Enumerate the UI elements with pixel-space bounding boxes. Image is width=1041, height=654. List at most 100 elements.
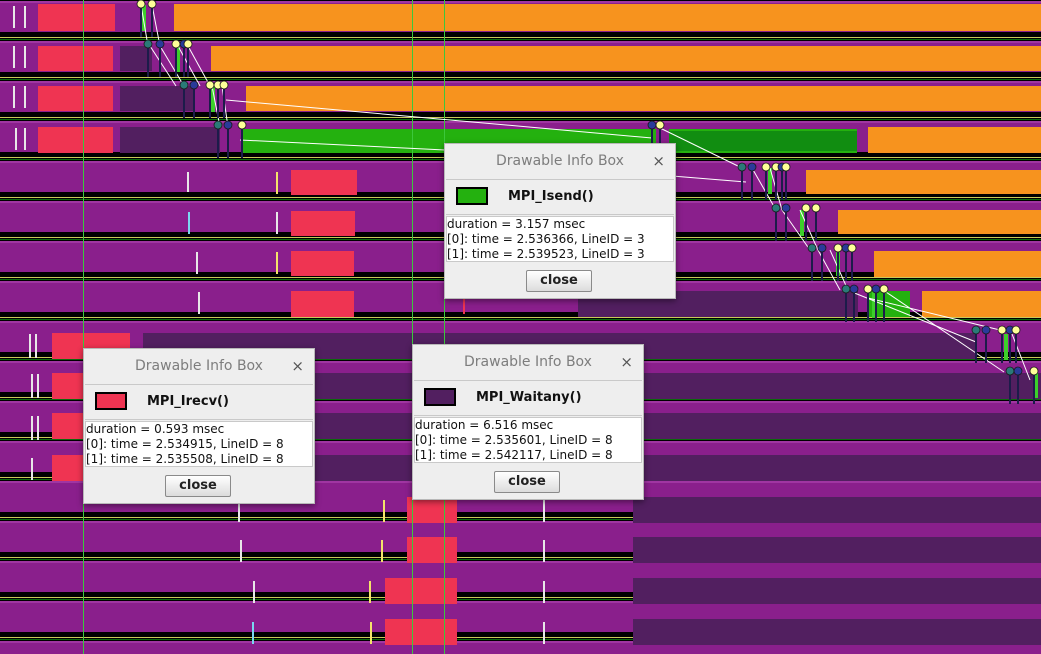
marker-stem [1009, 333, 1011, 363]
close-button[interactable]: close [165, 475, 231, 497]
marker-stem [845, 292, 847, 322]
event-marker-icon [171, 39, 181, 49]
waitany-state [633, 497, 1041, 523]
event-tick [276, 212, 278, 234]
irecv-state [38, 4, 115, 31]
marker-stem [821, 251, 823, 281]
compute-state [868, 127, 1041, 153]
info-details: duration = 3.157 msec [0]: time = 2.5363… [446, 216, 674, 262]
waitany-state [633, 537, 1041, 563]
state-name: MPI_Isend() [508, 189, 594, 204]
event-tick [383, 500, 385, 522]
info-box-irecv: Drawable Info Box × MPI_Irecv() duration… [83, 348, 315, 504]
duration-text: duration = 0.593 msec [86, 422, 225, 436]
marker-stem [781, 170, 783, 200]
event-marker-icon [807, 243, 817, 253]
event-marker-icon [817, 243, 827, 253]
event-marker-icon [781, 162, 791, 172]
marker-stem [805, 211, 807, 241]
marker-stem [875, 292, 877, 322]
state-header: MPI_Irecv() [85, 384, 313, 420]
event-marker-icon [136, 0, 146, 9]
event-tick [543, 622, 545, 644]
marker-stem [785, 170, 787, 200]
event-tick [196, 252, 198, 274]
close-icon[interactable]: × [652, 144, 665, 178]
time-guide-line [83, 0, 84, 654]
event-tick [252, 622, 254, 644]
event-tick [369, 581, 371, 603]
event-marker-icon [1011, 325, 1021, 335]
close-icon[interactable]: × [620, 345, 633, 379]
event-tick [187, 172, 189, 192]
info-details: duration = 6.516 msec [0]: time = 2.5356… [414, 417, 642, 463]
event-tick [31, 416, 33, 440]
event-tick [15, 128, 17, 150]
close-button[interactable]: close [526, 270, 592, 292]
marker-stem [741, 170, 743, 200]
waitany-state [633, 619, 1041, 645]
event-marker-icon [761, 162, 771, 172]
rank-separator [0, 39, 1041, 40]
event-tick [37, 374, 39, 398]
marker-stem [1009, 374, 1011, 404]
event-tick [24, 128, 26, 150]
marker-stem [765, 170, 767, 200]
event-marker-icon [1029, 366, 1039, 376]
rank-separator [0, 37, 1041, 38]
event-marker-icon [747, 162, 757, 172]
event-tick [35, 334, 37, 358]
event-tick [24, 86, 26, 108]
event-marker-icon [183, 39, 193, 49]
irecv-state [291, 251, 354, 276]
compute-state [874, 251, 1041, 277]
marker-stem [811, 251, 813, 281]
marker-stem [140, 7, 142, 37]
state-color-swatch [95, 392, 127, 410]
event-marker-icon [189, 80, 199, 90]
irecv-state [38, 86, 113, 111]
compute-state [838, 210, 1041, 234]
event-marker-icon [981, 325, 991, 335]
rank-separator [0, 117, 1041, 118]
event-tick [31, 374, 33, 398]
marker-stem [217, 128, 219, 158]
marker-stem [183, 47, 185, 77]
time-guide-line [412, 0, 413, 654]
irecv-state [385, 578, 457, 604]
marker-stem [883, 292, 885, 322]
info-box-isend: Drawable Info Box × MPI_Isend() duration… [444, 143, 676, 299]
state-name: MPI_Waitany() [476, 390, 582, 405]
isend-state [1004, 334, 1008, 360]
event-tick [198, 292, 200, 314]
event-tick [31, 458, 33, 480]
event-marker-icon [781, 203, 791, 213]
marker-stem [1015, 333, 1017, 363]
event-tick [253, 581, 255, 603]
compute-state [806, 170, 1041, 194]
event-tick [37, 416, 39, 440]
event-tick [13, 86, 15, 108]
close-icon[interactable]: × [291, 349, 304, 383]
event-tick [13, 6, 15, 28]
marker-stem [175, 47, 177, 77]
event-marker-icon [737, 162, 747, 172]
event-marker-icon [871, 284, 881, 294]
event-tick [188, 212, 190, 234]
marker-stem [241, 128, 243, 158]
event-marker-icon [223, 120, 233, 130]
event-marker-icon [655, 120, 665, 130]
irecv-state [407, 537, 457, 563]
state-color-swatch [456, 187, 488, 205]
end-time-text: [1]: time = 2.539523, LineID = 3 [447, 247, 645, 261]
marker-stem [183, 88, 185, 118]
timeline-canvas[interactable] [0, 0, 1041, 654]
irecv-state [38, 46, 113, 71]
event-tick [543, 581, 545, 603]
close-button[interactable]: close [494, 471, 560, 493]
marker-stem [775, 170, 777, 200]
info-box-title: Drawable Info Box [496, 153, 624, 169]
marker-stem [837, 251, 839, 281]
marker-stem [1001, 333, 1003, 363]
marker-stem [775, 211, 777, 241]
